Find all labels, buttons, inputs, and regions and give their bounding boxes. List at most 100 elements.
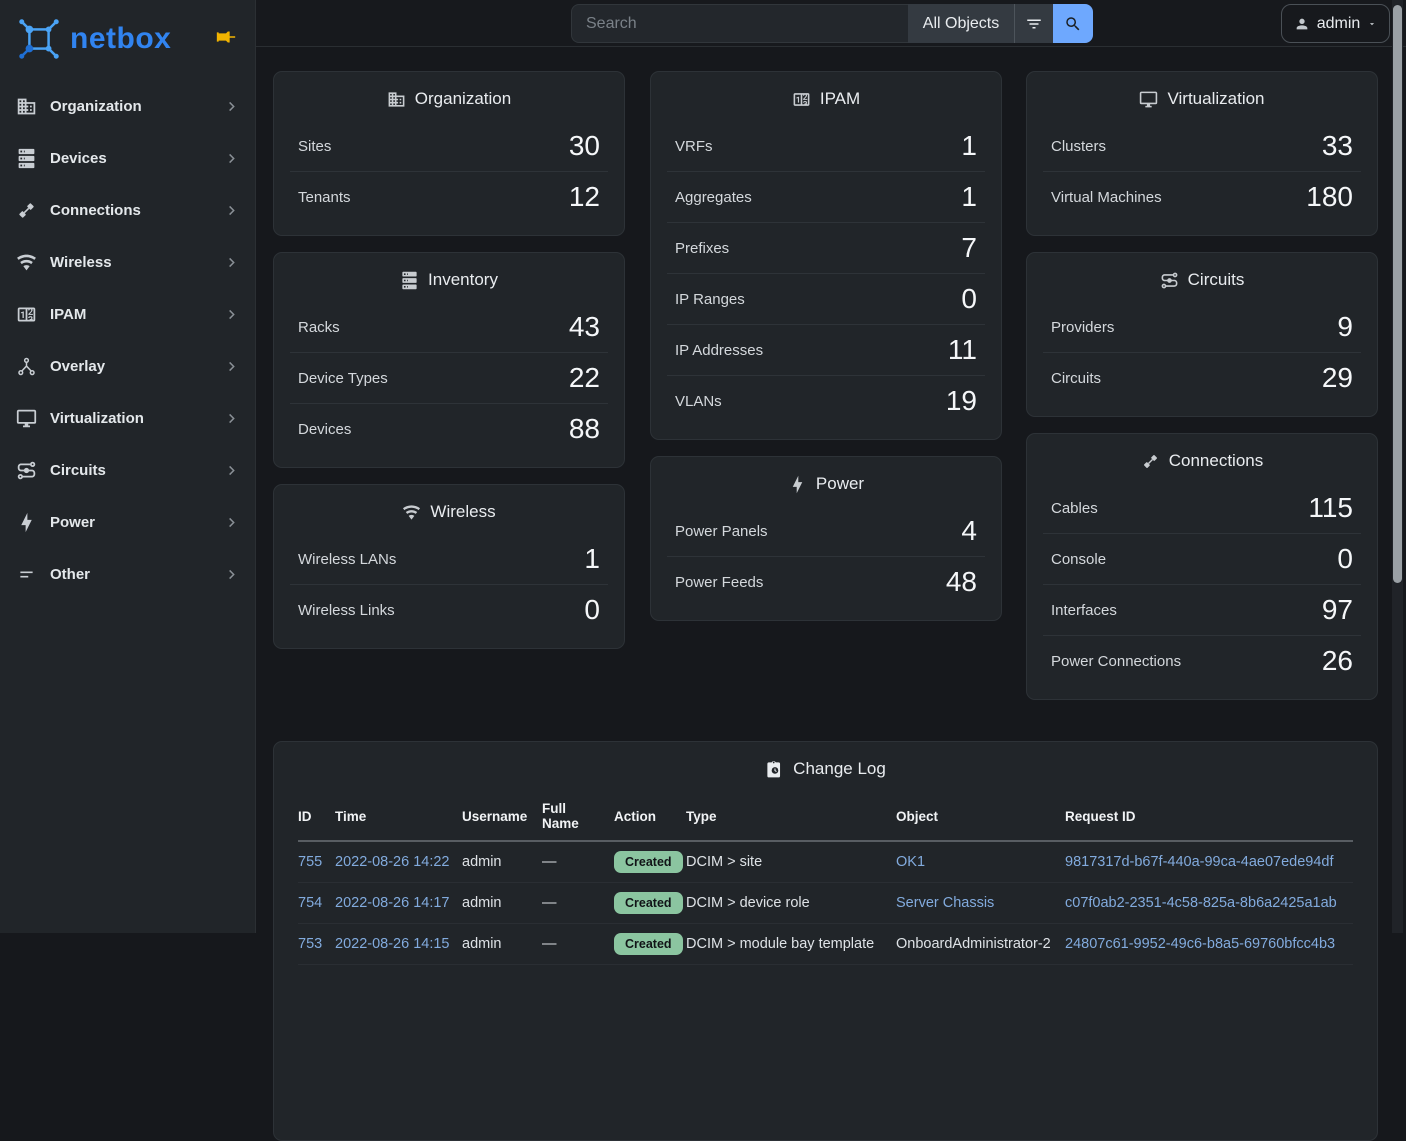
- change-object-link[interactable]: OK1: [896, 854, 925, 870]
- stat-power-feeds[interactable]: Power Feeds 48: [651, 557, 1001, 607]
- card-title: Organization: [274, 72, 624, 121]
- chevron-right-icon: [224, 203, 239, 218]
- netbox-logo-icon[interactable]: [16, 16, 62, 62]
- stat-ip-ranges[interactable]: IP Ranges 0: [651, 274, 1001, 324]
- card-title: IPAM: [651, 72, 1001, 121]
- user-menu-button[interactable]: admin: [1281, 4, 1390, 43]
- transit-icon: [1160, 271, 1179, 290]
- change-object-link[interactable]: Server Chassis: [896, 895, 994, 911]
- chevron-right-icon: [224, 463, 239, 478]
- sidebar-item-label: Organization: [50, 98, 224, 115]
- dashboard: Organization Sites 30 Tenants 12 Invento…: [256, 47, 1406, 933]
- stat-interfaces[interactable]: Interfaces 97: [1027, 585, 1377, 635]
- sidebar-item-circuits[interactable]: Circuits: [0, 444, 255, 496]
- chevron-right-icon: [224, 515, 239, 530]
- change-id-link[interactable]: 754: [298, 895, 322, 911]
- counter-icon: [792, 90, 811, 109]
- request-id-link[interactable]: 9817317d-b67f-440a-99ca-4ae07ede94df: [1065, 854, 1333, 870]
- page-scrollbar[interactable]: [1392, 0, 1403, 933]
- change-full-name: —: [542, 841, 614, 883]
- sidebar-item-devices[interactable]: Devices: [0, 132, 255, 184]
- col-time: Time: [335, 793, 462, 841]
- stat-aggregates[interactable]: Aggregates 1: [651, 172, 1001, 222]
- change-time-link[interactable]: 2022-08-26 14:22: [335, 854, 450, 870]
- sidebar-item-other[interactable]: Other: [0, 548, 255, 600]
- sidebar-item-virtualization[interactable]: Virtualization: [0, 392, 255, 444]
- stat-devices[interactable]: Devices 88: [274, 404, 624, 454]
- col-username: Username: [462, 793, 542, 841]
- stat-vlans[interactable]: VLANs 19: [651, 376, 1001, 426]
- stat-power-panels[interactable]: Power Panels 4: [651, 506, 1001, 556]
- change-time-link[interactable]: 2022-08-26 14:17: [335, 895, 450, 911]
- stat-racks[interactable]: Racks 43: [274, 302, 624, 352]
- change-time-link[interactable]: 2022-08-26 14:15: [335, 936, 450, 952]
- stat-circuits[interactable]: Circuits 29: [1027, 353, 1377, 403]
- sidebar: netbox Organization Devices Connections …: [0, 0, 256, 933]
- table-header-row: ID Time Username Full Name Action Type O…: [298, 793, 1353, 841]
- stat-prefixes[interactable]: Prefixes 7: [651, 223, 1001, 273]
- search-scope-button[interactable]: All Objects: [908, 4, 1014, 43]
- building-icon: [387, 90, 406, 109]
- stat-console[interactable]: Console 0: [1027, 534, 1377, 584]
- chevron-right-icon: [224, 307, 239, 322]
- chevron-right-icon: [224, 567, 239, 582]
- search-icon: [1064, 15, 1082, 33]
- sidebar-item-power[interactable]: Power: [0, 496, 255, 548]
- stat-vrfs[interactable]: VRFs 1: [651, 121, 1001, 171]
- monitor-icon: [1139, 90, 1158, 109]
- request-id-link[interactable]: 24807c61-9952-49c6-b8a5-69760bfcc4b3: [1065, 936, 1335, 952]
- stat-power-connections[interactable]: Power Connections 26: [1027, 636, 1377, 686]
- col-action: Action: [614, 793, 686, 841]
- pin-sidebar-icon[interactable]: [215, 26, 237, 48]
- change-id-link[interactable]: 755: [298, 854, 322, 870]
- stat-providers[interactable]: Providers 9: [1027, 302, 1377, 352]
- card-connections: Connections Cables 115 Console 0 Interfa…: [1026, 433, 1378, 700]
- chevron-right-icon: [224, 255, 239, 270]
- change-log-table: ID Time Username Full Name Action Type O…: [298, 793, 1353, 965]
- change-object: OnboardAdministrator-2: [896, 924, 1065, 965]
- global-search: All Objects: [571, 4, 1093, 43]
- table-row: 755 2022-08-26 14:22 admin — Created DCI…: [298, 841, 1353, 883]
- card-organization: Organization Sites 30 Tenants 12: [273, 71, 625, 236]
- search-input[interactable]: [571, 4, 908, 43]
- status-badge: Created: [614, 892, 683, 914]
- search-button[interactable]: [1053, 4, 1093, 43]
- card-title: Wireless: [274, 485, 624, 534]
- chevron-right-icon: [224, 411, 239, 426]
- change-full-name: —: [542, 924, 614, 965]
- change-username: admin: [462, 883, 542, 924]
- card-title: Circuits: [1027, 253, 1377, 302]
- status-badge: Created: [614, 851, 683, 873]
- card-title: Virtualization: [1027, 72, 1377, 121]
- stat-wireless-lans[interactable]: Wireless LANs 1: [274, 534, 624, 584]
- wifi-icon: [16, 252, 37, 273]
- request-id-link[interactable]: c07f0ab2-2351-4c58-825a-8b6a2425a1ab: [1065, 895, 1337, 911]
- stat-clusters[interactable]: Clusters 33: [1027, 121, 1377, 171]
- card-circuits: Circuits Providers 9 Circuits 29: [1026, 252, 1378, 417]
- sidebar-item-ipam[interactable]: IPAM: [0, 288, 255, 340]
- card-ipam: IPAM VRFs 1 Aggregates 1 Prefixes 7 IP R…: [650, 71, 1002, 440]
- sidebar-item-overlay[interactable]: Overlay: [0, 340, 255, 392]
- change-id-link[interactable]: 753: [298, 936, 322, 952]
- scrollbar-thumb[interactable]: [1393, 5, 1402, 583]
- sidebar-item-label: Overlay: [50, 358, 224, 375]
- stat-virtual-machines[interactable]: Virtual Machines 180: [1027, 172, 1377, 222]
- card-title: Power: [651, 457, 1001, 506]
- sidebar-item-connections[interactable]: Connections: [0, 184, 255, 236]
- chevron-right-icon: [224, 359, 239, 374]
- sidebar-item-organization[interactable]: Organization: [0, 80, 255, 132]
- sidebar-item-label: Connections: [50, 202, 224, 219]
- stat-tenants[interactable]: Tenants 12: [274, 172, 624, 222]
- stat-sites[interactable]: Sites 30: [274, 121, 624, 171]
- wifi-icon: [402, 503, 421, 522]
- filter-button[interactable]: [1014, 4, 1053, 43]
- server-icon: [16, 148, 37, 169]
- sidebar-item-label: Devices: [50, 150, 224, 167]
- stat-cables[interactable]: Cables 115: [1027, 483, 1377, 533]
- sidebar-item-wireless[interactable]: Wireless: [0, 236, 255, 288]
- stat-ip-addresses[interactable]: IP Addresses 11: [651, 325, 1001, 375]
- col-full-name: Full Name: [542, 793, 614, 841]
- brand-name[interactable]: netbox: [70, 22, 171, 56]
- stat-device-types[interactable]: Device Types 22: [274, 353, 624, 403]
- stat-wireless-links[interactable]: Wireless Links 0: [274, 585, 624, 635]
